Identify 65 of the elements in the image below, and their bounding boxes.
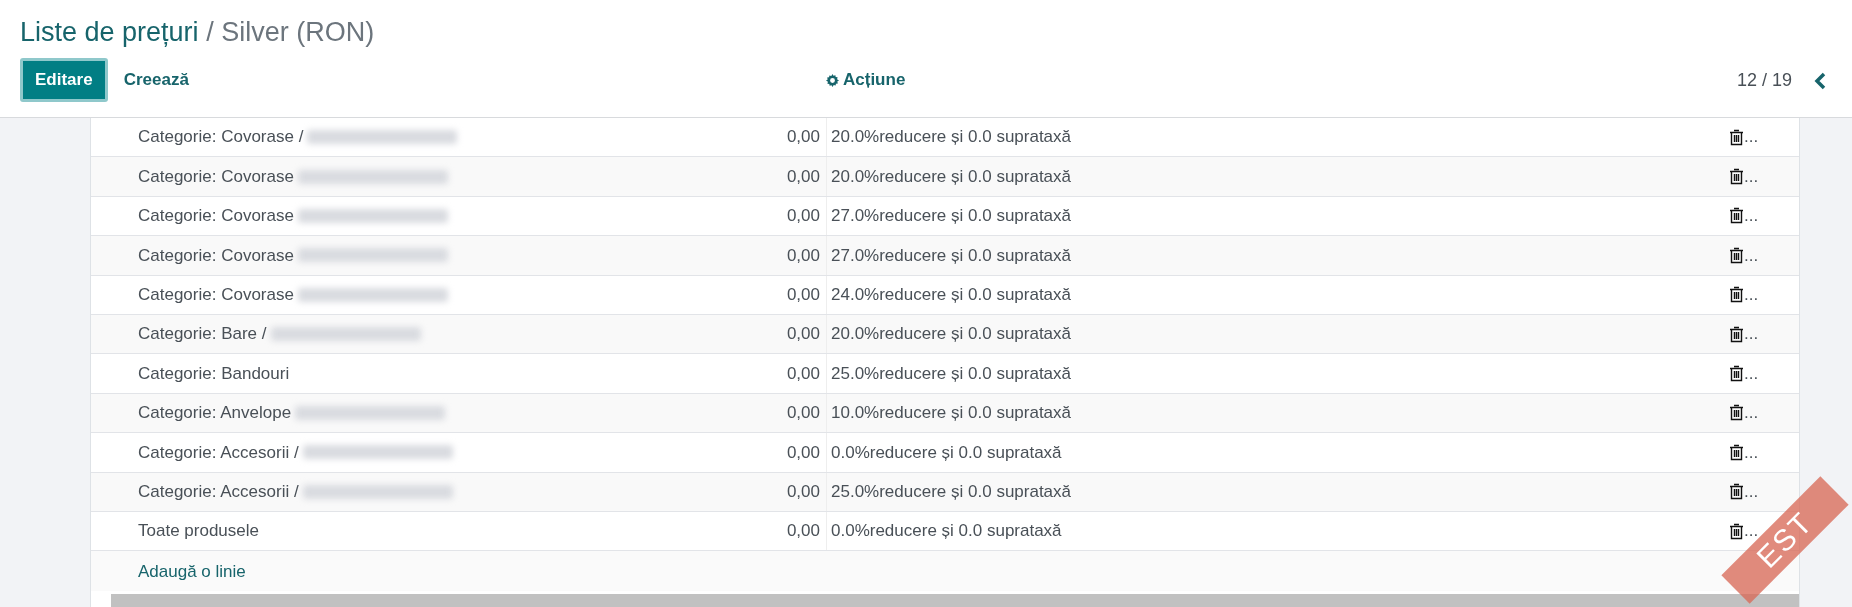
breadcrumb-current: Silver (RON) xyxy=(221,17,375,47)
discount-rule: 27.0%reducere și 0.0 suprataxă xyxy=(831,244,1072,267)
trash-icon[interactable] xyxy=(1729,443,1744,461)
discount-rule: 20.0%reducere și 0.0 suprataxă xyxy=(831,323,1072,346)
create-button[interactable]: Creează xyxy=(107,61,205,99)
price-value: 0,00 xyxy=(786,521,820,541)
discount-rule: 20.0%reducere și 0.0 suprataxă xyxy=(831,126,1072,149)
category-name: Categorie: Covorase xyxy=(138,165,294,188)
ellipsis-text: ... xyxy=(1744,480,1759,503)
action-menu-button[interactable]: Acțiune xyxy=(820,66,912,94)
discount-rule: 27.0%reducere și 0.0 suprataxă xyxy=(831,205,1072,228)
category-name: Toate produsele xyxy=(138,520,259,543)
price-value: 0,00 xyxy=(786,127,820,147)
discount-rule: 24.0%reducere și 0.0 suprataxă xyxy=(831,284,1072,306)
ellipsis-text: ... xyxy=(1744,402,1759,425)
price-value: 0,00 xyxy=(786,206,820,226)
trash-icon[interactable] xyxy=(1729,168,1744,186)
discount-rule: 25.0%reducere și 0.0 suprataxă xyxy=(831,362,1072,385)
trash-icon[interactable] xyxy=(1729,325,1744,343)
trash-icon[interactable] xyxy=(1729,207,1744,225)
ellipsis-text: ... xyxy=(1744,441,1759,464)
trash-icon[interactable] xyxy=(1729,404,1744,422)
ellipsis-text: ... xyxy=(1744,362,1759,385)
discount-rule: 25.0%reducere și 0.0 suprataxă xyxy=(831,480,1072,503)
category-name: Categorie: Bare / xyxy=(138,323,267,346)
ellipsis-text: ... xyxy=(1744,323,1759,346)
gear-icon xyxy=(826,73,839,87)
category-name: Categorie: Covorase / xyxy=(138,126,304,149)
pager-counter: 12 / 19 xyxy=(1736,68,1792,92)
discount-rule: 0.0%reducere și 0.0 suprataxă xyxy=(831,441,1062,464)
trash-icon[interactable] xyxy=(1729,128,1744,146)
ellipsis-text: ... xyxy=(1744,521,1759,541)
trash-icon[interactable] xyxy=(1729,365,1744,383)
trash-icon[interactable] xyxy=(1729,246,1744,264)
category-name: Categorie: Covorase xyxy=(138,205,294,228)
trash-icon[interactable] xyxy=(1729,286,1744,304)
category-name: Categorie: Covorase xyxy=(138,244,294,267)
ellipsis-text: ... xyxy=(1744,244,1759,267)
ellipsis-text: ... xyxy=(1744,126,1759,149)
category-name: Categorie: Anvelope xyxy=(138,402,292,425)
price-value: 0,00 xyxy=(786,481,820,501)
breadcrumb-separator: / xyxy=(206,17,214,47)
trash-icon[interactable] xyxy=(1729,483,1744,501)
edit-button[interactable]: Editare xyxy=(20,58,108,102)
price-value: 0,00 xyxy=(786,442,820,462)
add-line-link[interactable]: Adaugă o linie xyxy=(138,558,246,585)
category-name: Categorie: Bandouri xyxy=(138,362,290,385)
ellipsis-text: ... xyxy=(1744,284,1759,306)
category-name: Categorie: Accesorii / xyxy=(138,480,299,503)
horizontal-scrollbar[interactable] xyxy=(111,594,1799,607)
category-name: Categorie: Accesorii / xyxy=(138,441,299,464)
discount-rule: 0.0%reducere și 0.0 suprataxă xyxy=(831,520,1062,543)
price-value: 0,00 xyxy=(786,166,820,186)
discount-rule: 20.0%reducere și 0.0 suprataxă xyxy=(831,165,1072,188)
price-value: 0,00 xyxy=(786,245,820,265)
breadcrumb-link[interactable]: Liste de prețuri xyxy=(20,17,199,47)
price-value: 0,00 xyxy=(786,285,820,304)
category-name: Categorie: Covorase xyxy=(138,284,294,306)
price-value: 0,00 xyxy=(786,363,820,383)
price-value: 0,00 xyxy=(786,403,820,423)
trash-icon[interactable] xyxy=(1729,522,1744,540)
ellipsis-text: ... xyxy=(1744,165,1759,188)
price-value: 0,00 xyxy=(786,324,820,344)
discount-rule: 10.0%reducere și 0.0 suprataxă xyxy=(831,402,1072,425)
ellipsis-text: ... xyxy=(1744,205,1759,228)
